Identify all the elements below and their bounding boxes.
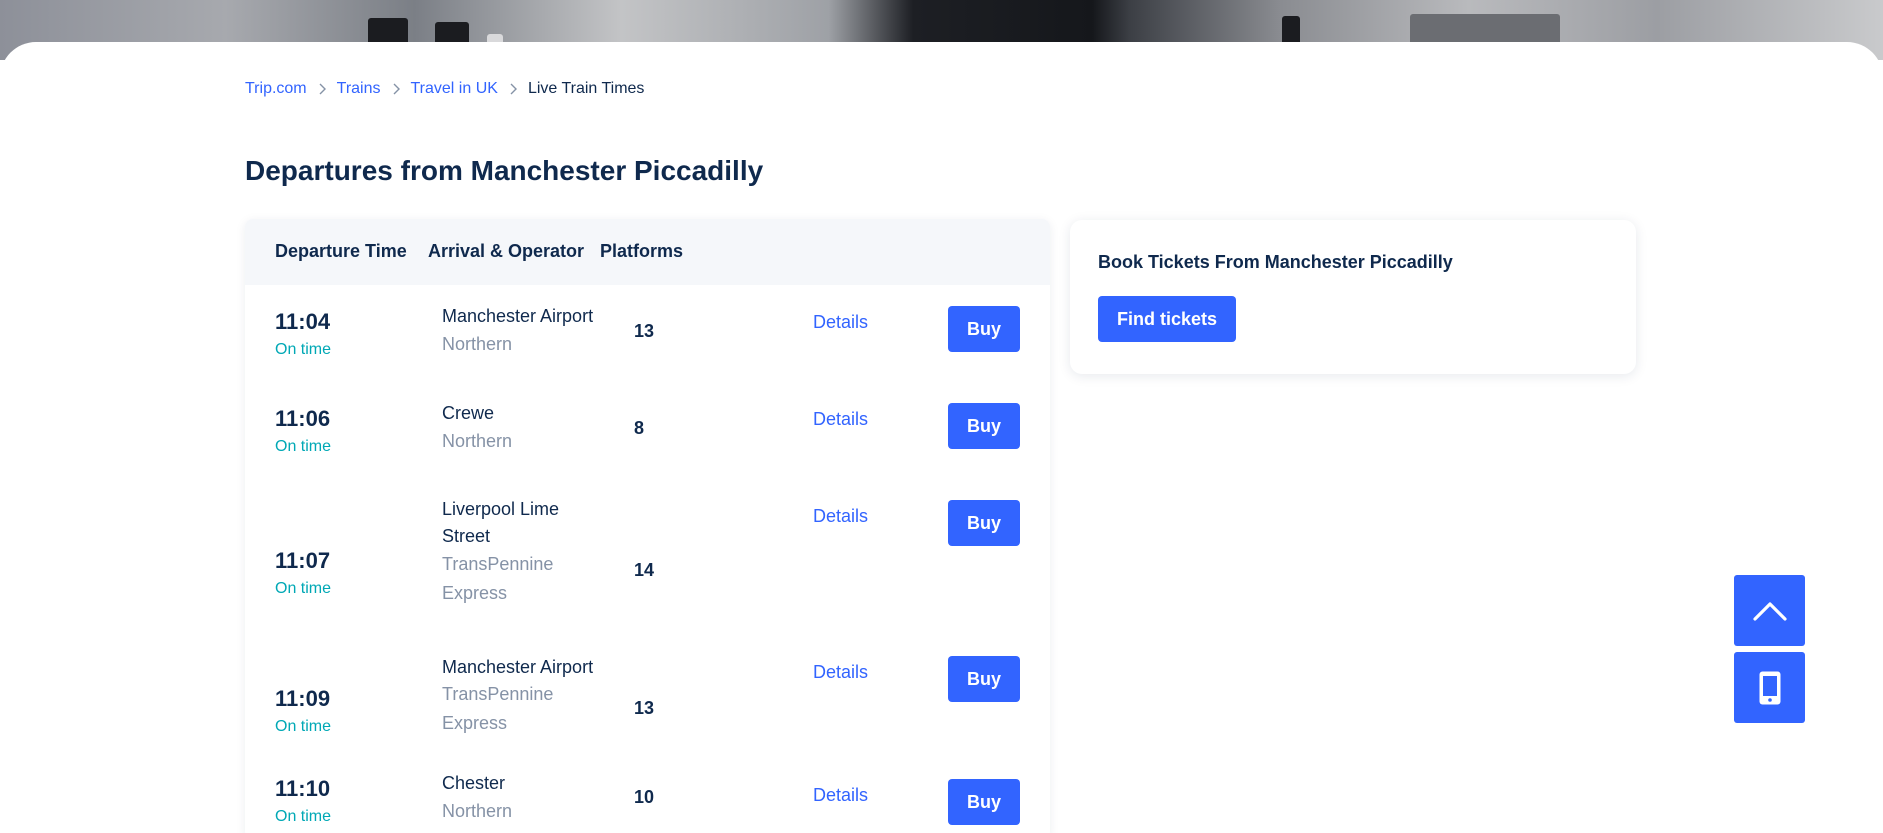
breadcrumb-current: Live Train Times: [527, 80, 645, 97]
buy-button[interactable]: Buy: [948, 403, 1020, 449]
buy-button[interactable]: Buy: [948, 656, 1020, 702]
departure-time: 11:04: [275, 309, 331, 334]
table-row: 11:04 On time Manchester Airport Norther…: [245, 285, 1050, 382]
table-row: 11:07 On time Liverpool Lime Street Tran…: [245, 479, 1050, 632]
destination: Manchester Airport: [442, 657, 594, 677]
operator: Northern: [442, 334, 513, 354]
platform: 13: [634, 698, 655, 718]
chevron-right-icon: [508, 83, 518, 95]
buy-button[interactable]: Buy: [948, 500, 1020, 546]
column-header-arrival-operator: Arrival & Operator: [428, 241, 585, 261]
platform: 8: [634, 418, 645, 438]
chevron-up-icon: [1752, 601, 1787, 621]
status-text: On time: [275, 438, 332, 455]
details-link[interactable]: Details: [813, 506, 868, 527]
operator: Northern: [442, 431, 513, 451]
buy-button[interactable]: Buy: [948, 779, 1020, 825]
destination: Chester: [442, 773, 506, 793]
platform: 13: [634, 321, 655, 341]
destination: Liverpool Lime Street: [442, 499, 560, 546]
status-text: On time: [275, 718, 332, 735]
breadcrumb: Trip.com Trains Travel in UK Live Train …: [245, 80, 644, 98]
departure-time: 11:09: [275, 686, 331, 711]
breadcrumb-link-trains[interactable]: Trains: [337, 80, 381, 98]
mobile-phone-icon: [1759, 671, 1780, 704]
operator: TransPennine Express: [442, 684, 554, 733]
buy-button[interactable]: Buy: [948, 306, 1020, 352]
details-link[interactable]: Details: [813, 662, 868, 683]
operator: Northern: [442, 801, 513, 821]
departures-table: Departure Time Arrival & Operator Platfo…: [245, 219, 1050, 833]
find-tickets-button[interactable]: Find tickets: [1098, 296, 1236, 342]
breadcrumb-link-home[interactable]: Trip.com: [245, 80, 307, 98]
table-row: 11:09 On time Manchester Airport TransPe…: [245, 632, 1050, 756]
destination: Crewe: [442, 403, 495, 423]
book-tickets-panel: Book Tickets From Manchester Piccadilly …: [1070, 220, 1636, 374]
table-row: 11:06 On time Crewe Northern 8 Details B…: [245, 382, 1050, 479]
table-row: 11:10 On time Chester Northern 10 Detail…: [245, 756, 1050, 833]
status-text: On time: [275, 808, 332, 825]
details-link[interactable]: Details: [813, 312, 868, 333]
page-title: Departures from Manchester Piccadilly: [245, 155, 764, 186]
departure-time: 11:06: [275, 406, 331, 431]
departure-time: 11:10: [275, 776, 331, 801]
scroll-to-top-button[interactable]: [1734, 575, 1805, 646]
column-header-departure-time: Departure Time: [275, 241, 407, 261]
status-text: On time: [275, 341, 332, 358]
book-tickets-title: Book Tickets From Manchester Piccadilly: [1098, 252, 1453, 272]
details-link[interactable]: Details: [813, 785, 868, 806]
table-header: Departure Time Arrival & Operator Platfo…: [245, 219, 1050, 285]
departure-time: 11:07: [275, 548, 331, 573]
column-header-platforms: Platforms: [600, 241, 684, 261]
platform: 14: [634, 560, 655, 580]
platform: 10: [634, 787, 655, 807]
status-text: On time: [275, 580, 332, 597]
operator: TransPennine Express: [442, 554, 554, 603]
mobile-app-button[interactable]: [1734, 652, 1805, 723]
details-link[interactable]: Details: [813, 409, 868, 430]
destination: Manchester Airport: [442, 306, 594, 326]
chevron-right-icon: [317, 83, 327, 95]
chevron-right-icon: [391, 83, 401, 95]
breadcrumb-link-travel-uk[interactable]: Travel in UK: [411, 80, 498, 98]
